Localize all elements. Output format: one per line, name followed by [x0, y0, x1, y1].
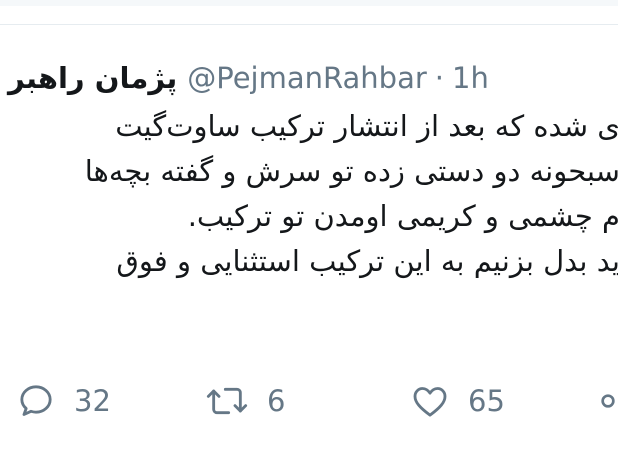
tweet-text-line: ید بدل بزنیم به این ترکیب استثنایی و فوق	[116, 244, 618, 278]
author-name[interactable]: پژمان راهبر	[8, 58, 177, 98]
retweet-count: 6	[267, 384, 286, 418]
tweet-header: پژمان راهبر @PejmanRahbar · 1h	[8, 58, 489, 98]
tweet-text: ی شده که بعد از انتشار ترکیب ساوت‌گیت سب…	[0, 104, 618, 284]
author-handle[interactable]: @PejmanRahbar	[187, 58, 427, 98]
reply-count: 32	[74, 384, 111, 418]
reply-icon	[16, 381, 56, 421]
heart-icon	[410, 381, 450, 421]
retweet-icon	[205, 381, 249, 421]
like-button[interactable]: 65	[410, 378, 505, 424]
tweet-text-line: سبحونه دو دستی زده تو سرش و گفته بچه‌ها	[84, 154, 618, 188]
more-icon	[598, 381, 618, 421]
header-separator: ·	[434, 61, 444, 95]
retweet-button[interactable]: 6	[205, 378, 285, 424]
more-button[interactable]	[598, 378, 618, 424]
reply-button[interactable]: 32	[16, 378, 111, 424]
top-strip	[0, 0, 618, 6]
tweet-text-line: م چشمی و کریمی اومدن تو ترکیب.	[187, 199, 618, 233]
tweet-text-line: ی شده که بعد از انتشار ترکیب ساوت‌گیت	[115, 109, 618, 143]
like-count: 65	[468, 384, 505, 418]
tweet-timestamp[interactable]: 1h	[452, 58, 489, 98]
tweet-page: پژمان راهبر @PejmanRahbar · 1h ی شده که …	[0, 0, 618, 450]
top-divider	[0, 0, 618, 25]
tweet-actions: 32 6 65	[0, 378, 618, 428]
